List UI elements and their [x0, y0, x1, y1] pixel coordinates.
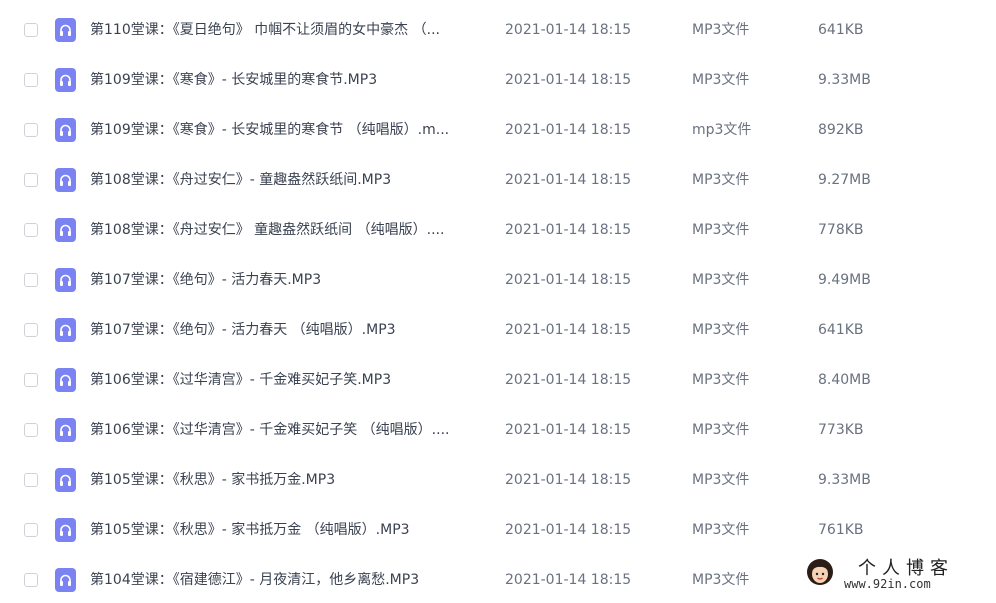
- file-row[interactable]: 第105堂课：《秋思》- 家书抵万金 （纯唱版）.MP3 2021-01-14 …: [0, 503, 996, 553]
- file-type: MP3文件: [692, 22, 750, 38]
- row-checkbox[interactable]: [24, 73, 38, 87]
- file-type: MP3文件: [692, 322, 750, 338]
- audio-file-icon: [55, 318, 76, 342]
- file-size: 761KB: [818, 522, 864, 538]
- audio-file-icon: [55, 168, 76, 192]
- file-name[interactable]: 第107堂课：《绝句》- 活力春天 （纯唱版）.MP3: [90, 320, 485, 340]
- watermark-url: www.92in.com: [844, 577, 931, 591]
- file-name[interactable]: 第106堂课：《过华清宫》- 千金难买妃子笑 （纯唱版）....: [90, 420, 485, 440]
- row-checkbox[interactable]: [24, 173, 38, 187]
- file-size: 8.40MB: [818, 372, 871, 388]
- file-date: 2021-01-14 18:15: [505, 322, 632, 338]
- file-row[interactable]: 第106堂课：《过华清宫》- 千金难买妃子笑.MP3 2021-01-14 18…: [0, 353, 996, 403]
- file-date: 2021-01-14 18:15: [505, 472, 632, 488]
- file-type: MP3文件: [692, 372, 750, 388]
- file-row[interactable]: 第107堂课：《绝句》- 活力春天.MP3 2021-01-14 18:15 M…: [0, 253, 996, 303]
- file-size: 641KB: [818, 22, 864, 38]
- file-row[interactable]: 第105堂课：《秋思》- 家书抵万金.MP3 2021-01-14 18:15 …: [0, 453, 996, 503]
- row-checkbox[interactable]: [24, 373, 38, 387]
- audio-file-icon: [55, 268, 76, 292]
- audio-file-icon: [55, 218, 76, 242]
- file-date: 2021-01-14 18:15: [505, 222, 632, 238]
- row-checkbox[interactable]: [24, 423, 38, 437]
- file-type: MP3文件: [692, 72, 750, 88]
- file-date: 2021-01-14 18:15: [505, 272, 632, 288]
- file-name[interactable]: 第104堂课：《宿建德江》- 月夜清江，他乡离愁.MP3: [90, 570, 485, 590]
- file-name[interactable]: 第107堂课：《绝句》- 活力春天.MP3: [90, 270, 485, 290]
- file-row[interactable]: 第108堂课：《舟过安仁》- 童趣盎然跃纸间.MP3 2021-01-14 18…: [0, 153, 996, 203]
- file-name[interactable]: 第106堂课：《过华清宫》- 千金难买妃子笑.MP3: [90, 370, 485, 390]
- file-date: 2021-01-14 18:15: [505, 72, 632, 88]
- audio-file-icon: [55, 68, 76, 92]
- file-size: 641KB: [818, 322, 864, 338]
- audio-file-icon: [55, 418, 76, 442]
- row-checkbox[interactable]: [24, 23, 38, 37]
- file-date: 2021-01-14 18:15: [505, 572, 632, 588]
- audio-file-icon: [55, 518, 76, 542]
- file-row[interactable]: 第106堂课：《过华清宫》- 千金难买妃子笑 （纯唱版）.... 2021-01…: [0, 403, 996, 453]
- file-date: 2021-01-14 18:15: [505, 422, 632, 438]
- file-name[interactable]: 第109堂课：《寒食》- 长安城里的寒食节.MP3: [90, 70, 485, 90]
- audio-file-icon: [55, 468, 76, 492]
- row-checkbox[interactable]: [24, 523, 38, 537]
- file-date: 2021-01-14 18:15: [505, 122, 632, 138]
- file-name[interactable]: 第108堂课：《舟过安仁》 童趣盎然跃纸间 （纯唱版）....: [90, 220, 485, 240]
- watermark: 个人博客 www.92in.com: [798, 552, 996, 598]
- file-type: MP3文件: [692, 522, 750, 538]
- file-list: 第110堂课：《夏日绝句》 巾帼不让须眉的女中豪杰 （... 2021-01-1…: [0, 0, 996, 598]
- file-type: MP3文件: [692, 572, 750, 588]
- file-size: 773KB: [818, 422, 864, 438]
- file-size: 9.33MB: [818, 72, 871, 88]
- file-name[interactable]: 第110堂课：《夏日绝句》 巾帼不让须眉的女中豪杰 （...: [90, 20, 485, 40]
- file-row[interactable]: 第109堂课：《寒食》- 长安城里的寒食节.MP3 2021-01-14 18:…: [0, 53, 996, 103]
- audio-file-icon: [55, 568, 76, 592]
- file-date: 2021-01-14 18:15: [505, 172, 632, 188]
- row-checkbox[interactable]: [24, 223, 38, 237]
- file-row[interactable]: 第109堂课：《寒食》- 长安城里的寒食节 （纯唱版）.m... 2021-01…: [0, 103, 996, 153]
- file-type: MP3文件: [692, 472, 750, 488]
- row-checkbox[interactable]: [24, 323, 38, 337]
- row-checkbox[interactable]: [24, 473, 38, 487]
- file-type: MP3文件: [692, 272, 750, 288]
- avatar-icon: [807, 559, 833, 585]
- file-row[interactable]: 第110堂课：《夏日绝句》 巾帼不让须眉的女中豪杰 （... 2021-01-1…: [0, 3, 996, 53]
- file-size: 9.27MB: [818, 172, 871, 188]
- file-date: 2021-01-14 18:15: [505, 372, 632, 388]
- row-checkbox[interactable]: [24, 573, 38, 587]
- file-name[interactable]: 第105堂课：《秋思》- 家书抵万金 （纯唱版）.MP3: [90, 520, 485, 540]
- file-size: 778KB: [818, 222, 864, 238]
- file-type: MP3文件: [692, 222, 750, 238]
- file-name[interactable]: 第108堂课：《舟过安仁》- 童趣盎然跃纸间.MP3: [90, 170, 485, 190]
- file-row[interactable]: 第107堂课：《绝句》- 活力春天 （纯唱版）.MP3 2021-01-14 1…: [0, 303, 996, 353]
- file-date: 2021-01-14 18:15: [505, 522, 632, 538]
- row-checkbox[interactable]: [24, 273, 38, 287]
- file-type: MP3文件: [692, 172, 750, 188]
- file-size: 892KB: [818, 122, 864, 138]
- file-date: 2021-01-14 18:15: [505, 22, 632, 38]
- row-checkbox[interactable]: [24, 123, 38, 137]
- file-size: 9.33MB: [818, 472, 871, 488]
- file-row[interactable]: 第108堂课：《舟过安仁》 童趣盎然跃纸间 （纯唱版）.... 2021-01-…: [0, 203, 996, 253]
- file-type: MP3文件: [692, 422, 750, 438]
- audio-file-icon: [55, 18, 76, 42]
- file-size: 9.49MB: [818, 272, 871, 288]
- audio-file-icon: [55, 368, 76, 392]
- file-type: mp3文件: [692, 122, 752, 138]
- audio-file-icon: [55, 118, 76, 142]
- file-name[interactable]: 第105堂课：《秋思》- 家书抵万金.MP3: [90, 470, 485, 490]
- file-name[interactable]: 第109堂课：《寒食》- 长安城里的寒食节 （纯唱版）.m...: [90, 120, 485, 140]
